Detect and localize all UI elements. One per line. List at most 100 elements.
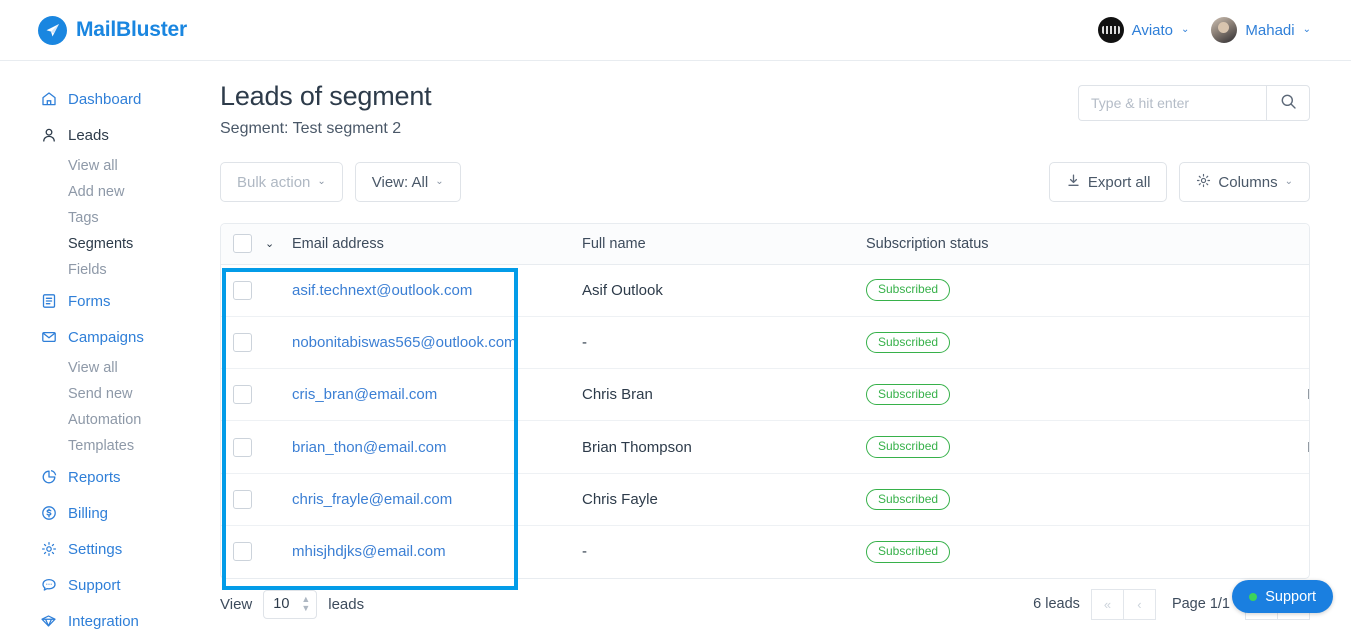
sidebar-subitem-leads-tags[interactable]: Tags: [0, 205, 212, 231]
row-checkbox[interactable]: [233, 333, 252, 352]
sidebar-item-label: Forms: [68, 293, 111, 310]
email-link[interactable]: brian_thon@email.com: [292, 439, 446, 456]
first-page-button[interactable]: «: [1091, 589, 1124, 620]
brand-logo[interactable]: MailBluster: [38, 16, 187, 45]
form-icon: [40, 293, 57, 310]
email-link[interactable]: cris_bran@email.com: [292, 386, 437, 403]
table-row[interactable]: asif.technext@outlook.com Asif Outlook S…: [221, 264, 1310, 316]
table-body: asif.technext@outlook.com Asif Outlook S…: [221, 264, 1310, 578]
email-link[interactable]: asif.technext@outlook.com: [292, 282, 472, 299]
sidebar-item-support[interactable]: Support: [0, 567, 212, 603]
row-checkbox-cell: [221, 525, 292, 577]
header-email-address[interactable]: Email address: [292, 224, 582, 264]
email-link[interactable]: nobonitabiswas565@outlook.com: [292, 334, 517, 351]
sidebar-item-dashboard[interactable]: Dashboard: [0, 81, 212, 117]
cell-email: asif.technext@outlook.com: [292, 264, 582, 316]
user-menu-mahadi[interactable]: Mahadi ⌄: [1211, 17, 1311, 43]
sidebar-item-integration[interactable]: Integration: [0, 603, 212, 639]
cell-added-at: Mar 27, 2024 12:18 PM: [1172, 369, 1310, 421]
sidebar-subitem-campaigns-automation[interactable]: Automation: [0, 407, 212, 433]
sidebar-item-forms[interactable]: Forms: [0, 283, 212, 319]
select-all-checkbox[interactable]: [233, 234, 252, 253]
cell-full-name: Chris Bran: [582, 369, 866, 421]
sidebar-subitem-campaigns-templates[interactable]: Templates: [0, 433, 212, 459]
chevron-down-icon: ⌄: [1181, 25, 1189, 35]
prev-page-button[interactable]: ‹: [1123, 589, 1156, 620]
header-added-at[interactable]: Added at ⌄: [1172, 224, 1310, 264]
header-full-name[interactable]: Full name: [582, 224, 866, 264]
chevron-down-icon[interactable]: ⌄: [265, 238, 274, 250]
table-row[interactable]: mhisjhdjks@email.com - Subscribed Mar 24…: [221, 525, 1310, 577]
sidebar-subitem-label: Segments: [68, 236, 133, 252]
status-badge: Subscribed: [866, 384, 950, 405]
search-button[interactable]: [1266, 85, 1310, 121]
sidebar-item-label: Campaigns: [68, 329, 144, 346]
cell-added-at: Mar 24, 2024 2:38 PM: [1172, 473, 1310, 525]
status-badge: Subscribed: [866, 541, 950, 562]
table-row[interactable]: brian_thon@email.com Brian Thompson Subs…: [221, 421, 1310, 473]
cell-added-at: May 5, 2024 12:38 PM: [1172, 264, 1310, 316]
row-checkbox[interactable]: [233, 490, 252, 509]
cell-full-name: Brian Thompson: [582, 421, 866, 473]
table-row[interactable]: nobonitabiswas565@outlook.com - Subscrib…: [221, 316, 1310, 368]
cell-status: Subscribed: [866, 421, 1172, 473]
header-subscription-status[interactable]: Subscription status: [866, 224, 1172, 264]
sidebar-subitem-leads-segments[interactable]: Segments: [0, 231, 212, 257]
sidebar-item-billing[interactable]: Billing: [0, 495, 212, 531]
row-checkbox[interactable]: [233, 542, 252, 561]
email-link[interactable]: chris_frayle@email.com: [292, 491, 452, 508]
user-name-mahadi: Mahadi: [1245, 22, 1294, 39]
sidebar-subitem-leads-view-all[interactable]: View all: [0, 153, 212, 179]
pie-chart-icon: [40, 469, 57, 486]
puzzle-icon: [40, 613, 57, 630]
sidebar-item-settings[interactable]: Settings: [0, 531, 212, 567]
cell-full-name: Asif Outlook: [582, 264, 866, 316]
top-bar: MailBluster Aviato ⌄ Mahadi ⌄: [0, 0, 1351, 61]
page-size-stepper[interactable]: 10 ▲▼: [263, 590, 317, 619]
dollar-circle-icon: [40, 505, 57, 522]
sidebar-item-label: Billing: [68, 505, 108, 522]
export-all-button[interactable]: Export all: [1049, 162, 1168, 202]
table-row[interactable]: cris_bran@email.com Chris Bran Subscribe…: [221, 369, 1310, 421]
row-checkbox[interactable]: [233, 385, 252, 404]
aviato-logo-avatar: [1098, 17, 1124, 43]
view-filter-label: View: All: [372, 174, 428, 191]
lead-count-label: 6 leads: [1033, 596, 1080, 612]
columns-button[interactable]: Columns ⌄: [1179, 162, 1310, 202]
cell-email: cris_bran@email.com: [292, 369, 582, 421]
status-badge: Subscribed: [866, 279, 950, 300]
row-checkbox[interactable]: [233, 281, 252, 300]
sidebar-subitem-campaigns-send-new[interactable]: Send new: [0, 381, 212, 407]
account-switcher-aviato[interactable]: Aviato ⌄: [1098, 17, 1190, 43]
cell-added-at: Mar 24, 2024 2:34 PM: [1172, 525, 1310, 577]
email-link[interactable]: mhisjhdjks@email.com: [292, 543, 446, 560]
sidebar-item-campaigns[interactable]: Campaigns: [0, 319, 212, 355]
sidebar-item-leads[interactable]: Leads: [0, 117, 212, 153]
view-filter-button[interactable]: View: All ⌄: [355, 162, 461, 202]
row-checkbox[interactable]: [233, 438, 252, 457]
sidebar-item-reports[interactable]: Reports: [0, 459, 212, 495]
sidebar-subitem-leads-fields[interactable]: Fields: [0, 257, 212, 283]
chevron-down-icon: ⌄: [317, 177, 325, 187]
view-suffix-label: leads: [328, 596, 364, 613]
cell-status: Subscribed: [866, 316, 1172, 368]
columns-label: Columns: [1218, 174, 1277, 191]
cell-email: brian_thon@email.com: [292, 421, 582, 473]
sidebar-subitem-leads-add-new[interactable]: Add new: [0, 179, 212, 205]
cell-added-at: Mar 27, 2024 12:16 PM: [1172, 421, 1310, 473]
support-widget-button[interactable]: Support: [1232, 580, 1333, 613]
cell-full-name: Chris Fayle: [582, 473, 866, 525]
bulk-action-button[interactable]: Bulk action ⌄: [220, 162, 343, 202]
cell-status: Subscribed: [866, 264, 1172, 316]
bulk-action-label: Bulk action: [237, 174, 310, 191]
row-checkbox-cell: [221, 473, 292, 525]
sidebar-subitem-campaigns-view-all[interactable]: View all: [0, 355, 212, 381]
search-input[interactable]: [1078, 85, 1266, 121]
status-badge: Subscribed: [866, 436, 950, 457]
chevron-down-icon: ⌄: [1285, 177, 1293, 187]
sidebar-subitem-label: Templates: [68, 438, 134, 454]
sidebar-subitem-label: View all: [68, 360, 118, 376]
sidebar-item-label: Dashboard: [68, 91, 141, 108]
table-row[interactable]: chris_frayle@email.com Chris Fayle Subsc…: [221, 473, 1310, 525]
stepper-arrows-icon[interactable]: ▲▼: [301, 595, 310, 613]
